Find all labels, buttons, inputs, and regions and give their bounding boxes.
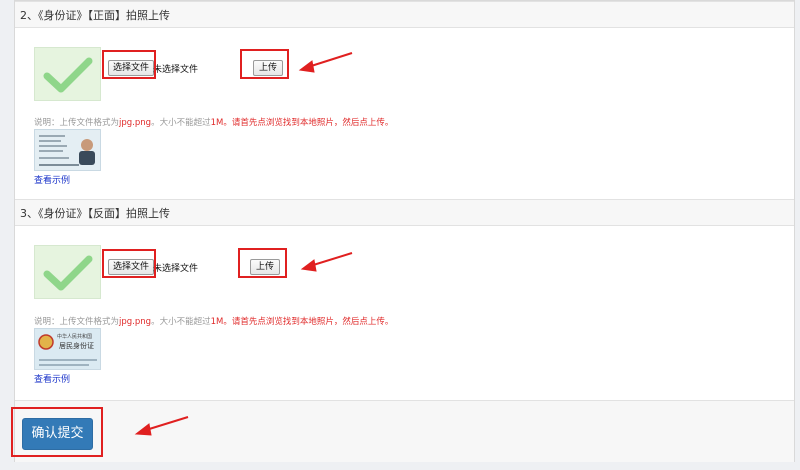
- annotation-arrows: [134, 52, 353, 436]
- arrow-icon: [298, 52, 353, 73]
- arrow-icon: [134, 416, 189, 436]
- arrow-icon: [300, 252, 353, 272]
